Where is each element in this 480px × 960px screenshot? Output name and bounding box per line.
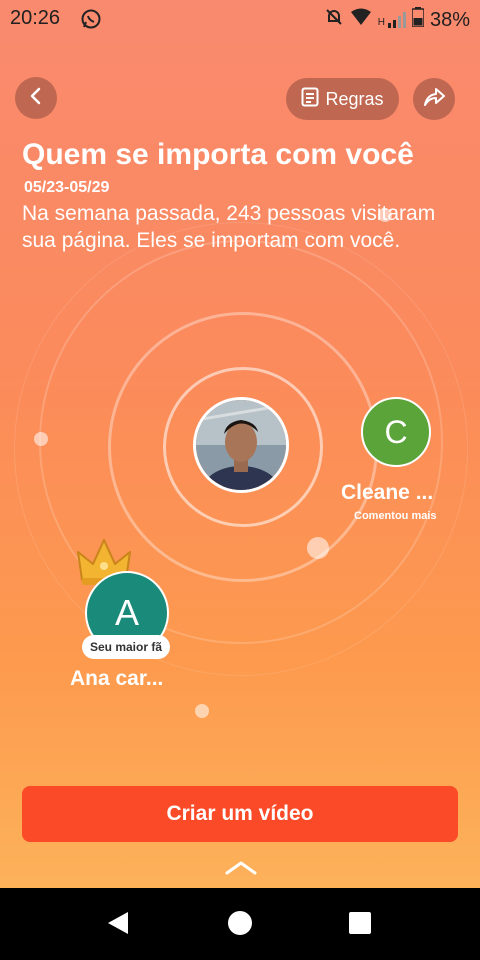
friend-avatar-cleane[interactable]: C xyxy=(361,397,431,467)
battery-percent: 38% xyxy=(429,8,470,31)
date-range: 05/23-05/29 xyxy=(24,179,110,196)
bell-muted-icon xyxy=(324,7,344,33)
wifi-icon xyxy=(350,8,372,32)
visitors-description: Na semana passada, 243 pessoas visitaram… xyxy=(22,202,436,252)
friend-initial: A xyxy=(114,592,139,633)
top-fan-badge: Seu maior fã xyxy=(82,635,170,659)
signal-icon: H xyxy=(378,12,406,28)
system-nav-bar xyxy=(0,888,480,960)
visitors-screen: 20:26 H 38% Regras Quem se importa com v… xyxy=(0,0,480,888)
whatsapp-icon xyxy=(80,8,102,35)
profile-avatar xyxy=(193,397,289,493)
friend-name-ana[interactable]: Ana car... xyxy=(70,667,163,691)
orbit-dot xyxy=(195,704,209,718)
orbit-dot xyxy=(34,432,48,446)
friend-name-cleane[interactable]: Cleane ... xyxy=(341,481,433,505)
chevron-up-icon[interactable] xyxy=(224,860,258,881)
orbit-dot xyxy=(307,537,329,559)
share-arrow-icon xyxy=(423,87,445,112)
status-icons: H 38% xyxy=(324,7,470,33)
back-button[interactable] xyxy=(15,77,57,119)
share-button[interactable] xyxy=(413,78,455,120)
friend-tag-most-comments: Comentou mais xyxy=(354,510,437,522)
page-title: Quem se importa com você xyxy=(22,138,414,171)
rules-label: Regras xyxy=(325,88,384,109)
create-video-button[interactable]: Criar um vídeo xyxy=(22,786,458,842)
friend-initial: C xyxy=(384,413,408,450)
rules-button[interactable]: Regras xyxy=(286,78,399,120)
nav-back-icon[interactable] xyxy=(106,910,130,941)
status-time: 20:26 xyxy=(10,7,61,29)
battery-icon xyxy=(411,7,425,33)
nav-recents-icon[interactable] xyxy=(349,912,371,939)
chevron-left-icon xyxy=(28,87,44,110)
nav-home-icon[interactable] xyxy=(228,911,252,940)
network-type: H xyxy=(377,17,385,28)
document-list-icon xyxy=(301,87,319,112)
status-bar: 20:26 H 38% xyxy=(0,0,480,38)
